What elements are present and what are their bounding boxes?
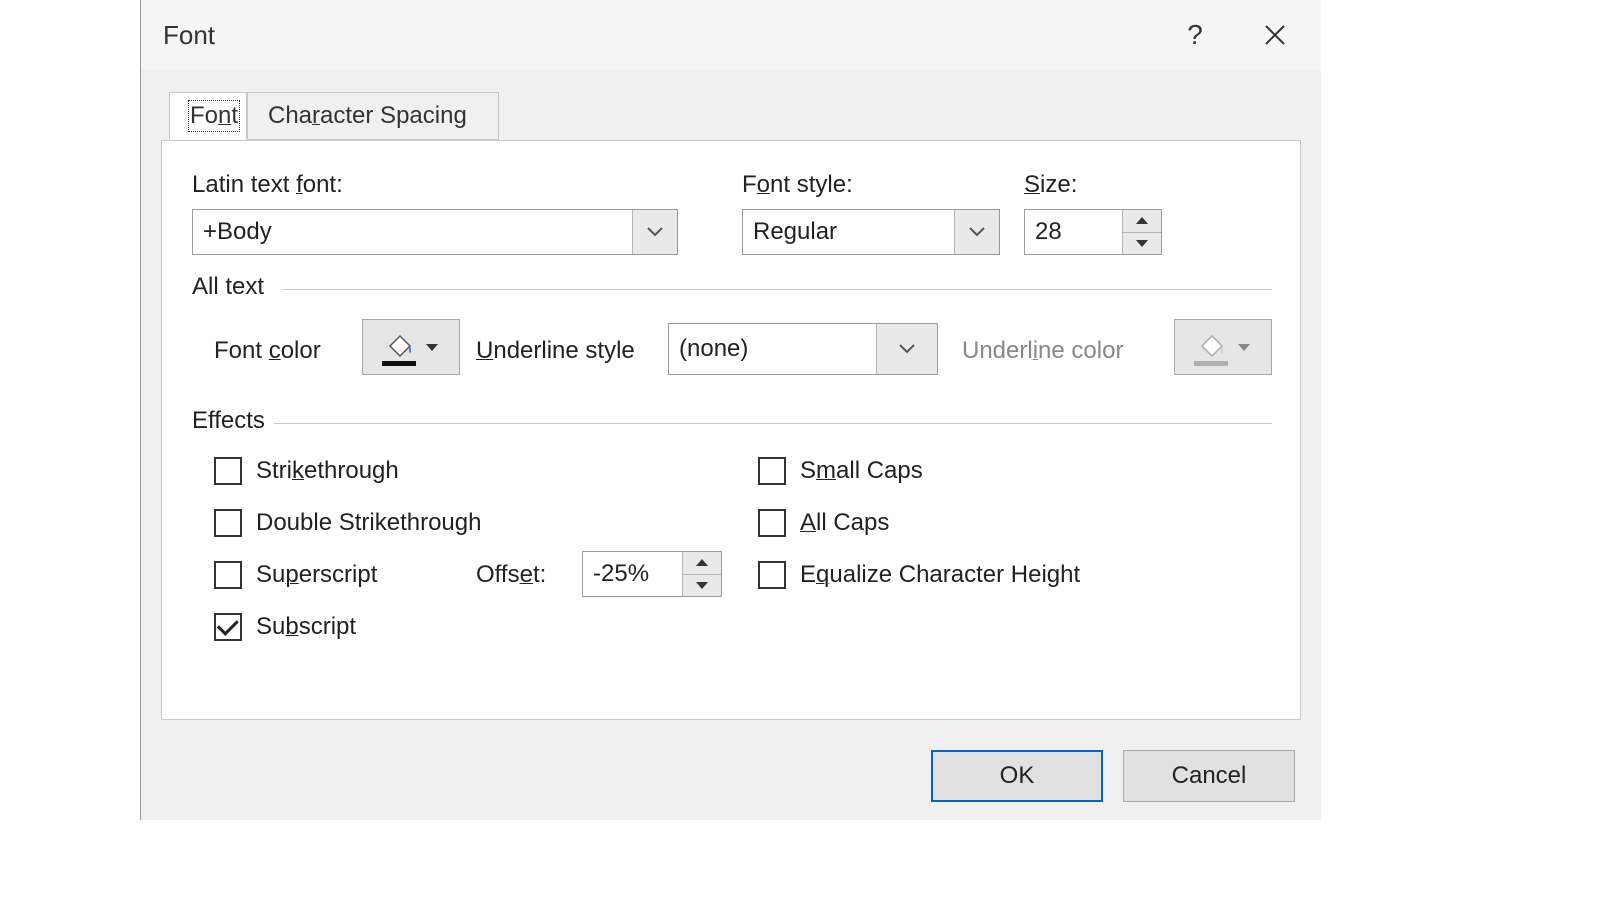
triangle-down-icon bbox=[1136, 240, 1148, 247]
checkbox-icon bbox=[214, 457, 242, 485]
underline-color-button[interactable] bbox=[1174, 319, 1272, 375]
all-caps-checkbox[interactable]: All Caps bbox=[758, 509, 889, 537]
effects-group-label: Effects bbox=[192, 407, 265, 435]
checkbox-icon bbox=[214, 613, 242, 641]
strikethrough-checkbox[interactable]: Strikethrough bbox=[214, 457, 399, 485]
font-style-dropdown-button[interactable] bbox=[954, 210, 999, 254]
effects-divider bbox=[274, 423, 1272, 424]
help-icon: ? bbox=[1187, 19, 1203, 51]
checkbox-icon bbox=[758, 457, 786, 485]
latin-font-combo[interactable]: +Body bbox=[192, 209, 678, 255]
triangle-down-icon bbox=[696, 582, 708, 589]
latin-font-value: +Body bbox=[193, 218, 632, 246]
tabbar: Font Character Spacing bbox=[161, 92, 1301, 142]
font-color-label: Font color bbox=[214, 337, 321, 365]
equalize-height-label: Equalize Character Height bbox=[800, 561, 1080, 589]
titlebar: Font ? bbox=[141, 0, 1321, 70]
triangle-up-icon bbox=[1136, 217, 1148, 224]
equalize-height-checkbox[interactable]: Equalize Character Height bbox=[758, 561, 1080, 589]
underline-style-dropdown-button[interactable] bbox=[876, 324, 937, 374]
chevron-down-icon bbox=[898, 343, 916, 355]
checkbox-icon bbox=[758, 561, 786, 589]
font-style-label: Font style: bbox=[742, 171, 853, 199]
font-dialog: Font ? Font Character Spacing Latin text… bbox=[140, 0, 1321, 820]
ok-button[interactable]: OK bbox=[931, 750, 1103, 802]
help-button[interactable]: ? bbox=[1165, 10, 1225, 60]
double-strikethrough-label: Double Strikethrough bbox=[256, 509, 481, 537]
tab-spacing-label: Character Spacing bbox=[268, 102, 467, 130]
all-caps-label: All Caps bbox=[800, 509, 889, 537]
subscript-label: Subscript bbox=[256, 613, 356, 641]
subscript-checkbox[interactable]: Subscript bbox=[214, 613, 356, 641]
latin-font-dropdown-button[interactable] bbox=[632, 210, 677, 254]
chevron-down-icon bbox=[968, 226, 986, 238]
size-spinner[interactable]: 28 bbox=[1024, 209, 1162, 255]
font-style-combo[interactable]: Regular bbox=[742, 209, 1000, 255]
size-up-button[interactable] bbox=[1123, 210, 1161, 233]
offset-value: -25% bbox=[583, 560, 682, 588]
small-caps-label: Small Caps bbox=[800, 457, 923, 485]
strikethrough-label: Strikethrough bbox=[256, 457, 399, 485]
dialog-title: Font bbox=[163, 20, 1145, 51]
superscript-checkbox[interactable]: Superscript bbox=[214, 561, 377, 589]
all-text-divider bbox=[282, 289, 1272, 290]
double-strikethrough-checkbox[interactable]: Double Strikethrough bbox=[214, 509, 481, 537]
underline-style-label: Underline style bbox=[476, 337, 635, 365]
superscript-label: Superscript bbox=[256, 561, 377, 589]
size-value: 28 bbox=[1025, 218, 1122, 246]
paint-bucket-icon bbox=[1196, 332, 1226, 362]
font-color-button[interactable] bbox=[362, 319, 460, 375]
dropdown-arrow-icon bbox=[1238, 344, 1250, 351]
offset-spin-buttons bbox=[682, 552, 721, 596]
cancel-label: Cancel bbox=[1172, 762, 1247, 790]
checkbox-icon bbox=[214, 509, 242, 537]
latin-font-label: Latin text font: bbox=[192, 171, 343, 199]
checkbox-icon bbox=[214, 561, 242, 589]
tab-font[interactable]: Font bbox=[169, 92, 247, 140]
checkbox-icon bbox=[758, 509, 786, 537]
cancel-button[interactable]: Cancel bbox=[1123, 750, 1295, 802]
paint-bucket-icon bbox=[384, 332, 414, 362]
offset-up-button[interactable] bbox=[683, 552, 721, 575]
close-button[interactable] bbox=[1245, 10, 1305, 60]
offset-down-button[interactable] bbox=[683, 575, 721, 597]
underline-style-combo[interactable]: (none) bbox=[668, 323, 938, 375]
tab-font-label: Font bbox=[190, 102, 238, 130]
triangle-up-icon bbox=[696, 559, 708, 566]
ok-label: OK bbox=[1000, 762, 1035, 790]
size-label: Size: bbox=[1024, 171, 1077, 199]
offset-label: Offset: bbox=[476, 561, 546, 589]
close-icon bbox=[1264, 24, 1286, 46]
font-style-value: Regular bbox=[743, 218, 954, 246]
offset-spinner[interactable]: -25% bbox=[582, 551, 722, 597]
font-panel: Latin text font: Font style: Size: +Body… bbox=[161, 140, 1301, 720]
chevron-down-icon bbox=[646, 226, 664, 238]
size-down-button[interactable] bbox=[1123, 233, 1161, 255]
underline-style-value: (none) bbox=[669, 335, 876, 363]
tab-character-spacing[interactable]: Character Spacing bbox=[247, 92, 499, 140]
underline-color-label: Underline color bbox=[962, 337, 1123, 365]
size-spin-buttons bbox=[1122, 210, 1161, 254]
dropdown-arrow-icon bbox=[426, 344, 438, 351]
all-text-group-label: All text bbox=[192, 273, 264, 301]
small-caps-checkbox[interactable]: Small Caps bbox=[758, 457, 923, 485]
